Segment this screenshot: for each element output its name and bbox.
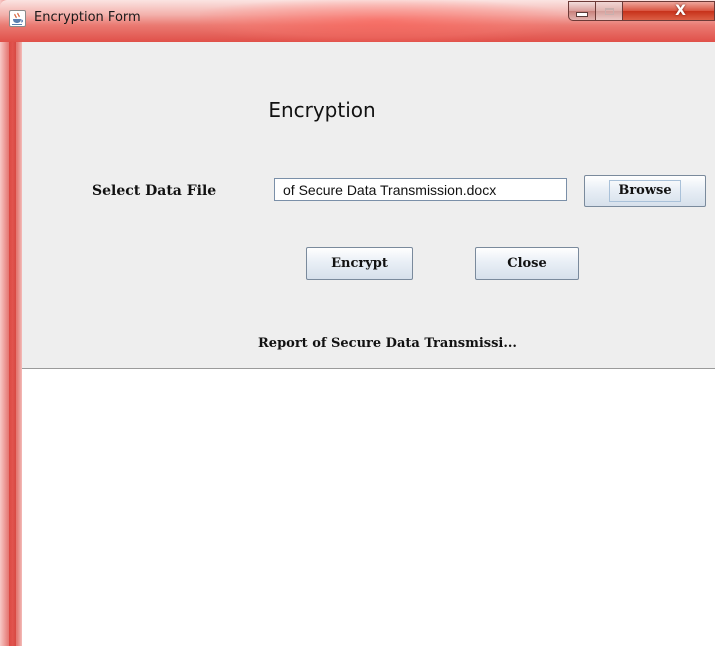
form-panel: Encryption Select Data File of Secure Da… [22,42,715,369]
minimize-button[interactable] [568,1,596,21]
encryption-form-window: Encryption Form X Encryption Select Data… [0,0,715,646]
close-button-label: Close [507,256,547,271]
select-data-file-label: Select Data File [92,183,217,199]
page-title: Encryption [268,98,376,122]
close-window-button[interactable]: X [623,1,715,21]
file-path-input[interactable]: of Secure Data Transmission.docx [274,178,567,201]
maximize-button[interactable] [596,1,623,21]
window-left-border [0,0,22,646]
close-button[interactable]: Close [475,247,579,280]
report-status-label: Report of Secure Data Transmissi... [258,336,517,351]
window-title: Encryption Form [34,10,141,25]
output-area [22,369,715,646]
java-cup-icon[interactable] [9,10,26,27]
encrypt-button[interactable]: Encrypt [306,247,413,280]
minimize-icon [576,11,588,17]
title-bar[interactable]: Encryption Form X [0,0,715,42]
browse-button[interactable]: Browse [584,175,706,207]
close-icon: X [675,3,686,19]
encrypt-button-label: Encrypt [331,256,388,271]
maximize-icon [604,7,614,15]
browse-button-label: Browse [609,180,681,202]
window-controls: X [568,1,715,21]
